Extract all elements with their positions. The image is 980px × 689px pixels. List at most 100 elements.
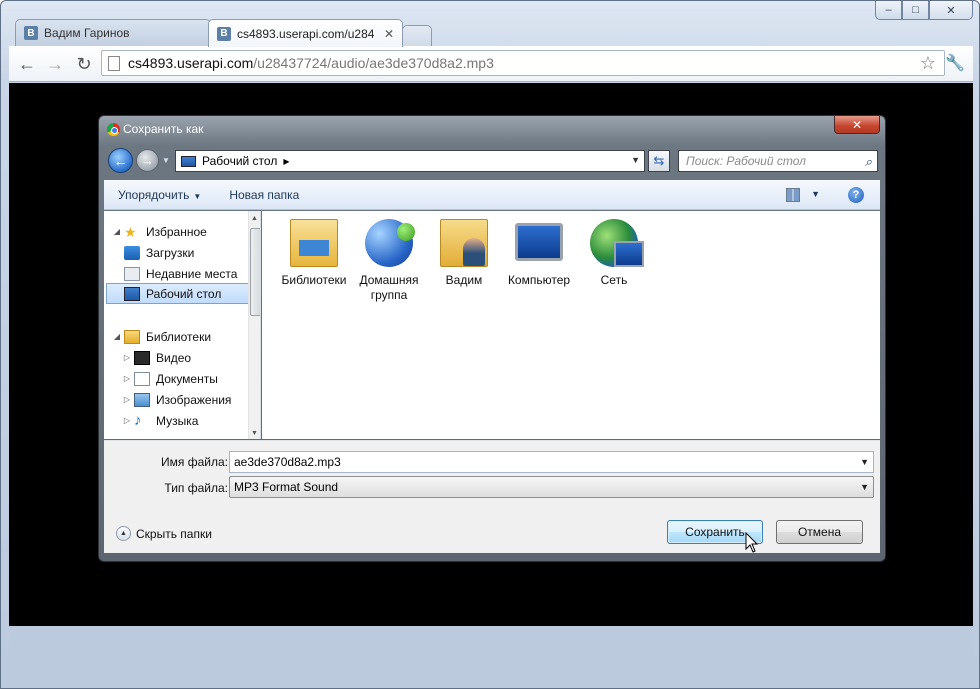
filetype-select[interactable]: MP3 Format Sound ▼ bbox=[229, 476, 874, 498]
search-input[interactable]: Поиск: Рабочий стол ⌕ bbox=[678, 150, 878, 172]
dialog-close-button[interactable]: ✕ bbox=[834, 116, 880, 134]
downloads-icon bbox=[124, 245, 140, 260]
organize-button[interactable]: Упорядочить ▼ bbox=[104, 188, 215, 202]
hide-folders-toggle[interactable]: ▲ Скрыть папки bbox=[116, 526, 212, 541]
mouse-cursor-icon bbox=[745, 532, 759, 553]
reload-icon[interactable]: ↻ bbox=[72, 52, 96, 76]
path-location[interactable]: Рабочий стол bbox=[202, 154, 277, 168]
chevron-up-icon: ▲ bbox=[116, 526, 131, 541]
bookmark-star-icon[interactable]: ☆ bbox=[920, 53, 936, 74]
dialog-back-icon[interactable]: ← bbox=[108, 148, 133, 173]
chevron-down-icon[interactable]: ▼ bbox=[860, 482, 869, 492]
documents-icon bbox=[134, 371, 150, 386]
history-dropdown-icon[interactable]: ▼ bbox=[162, 156, 170, 165]
address-host: cs4893.userapi.com bbox=[128, 55, 254, 71]
close-button[interactable]: ✕ bbox=[929, 1, 973, 20]
music-icon: ♪ bbox=[134, 411, 142, 429]
libraries-icon bbox=[124, 329, 140, 344]
expand-icon[interactable]: ▷ bbox=[122, 416, 132, 425]
filetype-value: MP3 Format Sound bbox=[234, 480, 339, 494]
save-options-area: Имя файла: ae3de370d8a2.mp3 ▼ Тип файла:… bbox=[104, 440, 880, 553]
tab-vk-profile[interactable]: B Вадим Гаринов bbox=[15, 19, 211, 46]
minimize-button[interactable]: ‒ bbox=[875, 1, 902, 20]
chevron-down-icon[interactable]: ▼ bbox=[860, 457, 869, 467]
nav-desktop[interactable]: Рабочий стол bbox=[106, 283, 250, 304]
address-path: /u28437724/audio/ae3de370d8a2.mp3 bbox=[253, 55, 494, 71]
nav-downloads[interactable]: Загрузки bbox=[124, 242, 260, 263]
filename-field[interactable]: ae3de370d8a2.mp3 ▼ bbox=[229, 451, 874, 473]
path-breadcrumb[interactable]: Рабочий стол ▶ ▼ bbox=[175, 150, 645, 172]
homegroup-icon bbox=[365, 219, 415, 267]
item-label: Библиотеки bbox=[281, 273, 347, 287]
nav-label: Документы bbox=[156, 371, 218, 386]
desktop-icon bbox=[124, 286, 140, 301]
breadcrumb-arrow-icon[interactable]: ▶ bbox=[283, 157, 289, 166]
item-libraries[interactable]: Библиотеки bbox=[279, 219, 349, 288]
item-homegroup[interactable]: Домашняя группа bbox=[354, 219, 424, 303]
page-icon bbox=[108, 55, 120, 71]
command-bar: Упорядочить ▼ Новая папка ▼ ? bbox=[104, 180, 880, 210]
save-as-dialog: Сохранить как ✕ ← → ▼ Рабочий стол ▶ ▼ ⇆… bbox=[98, 115, 886, 562]
forward-icon[interactable]: → bbox=[43, 52, 67, 76]
item-label: Сеть bbox=[600, 273, 628, 287]
recent-places-icon bbox=[124, 266, 140, 281]
filename-value: ae3de370d8a2.mp3 bbox=[234, 455, 341, 469]
scroll-thumb[interactable] bbox=[250, 228, 260, 316]
nav-label: Библиотеки bbox=[146, 329, 212, 344]
nav-label: Недавние места bbox=[146, 266, 238, 281]
file-list: Библиотеки Домашняя группа Вадим Компьют… bbox=[262, 211, 880, 439]
item-network[interactable]: Сеть bbox=[579, 219, 649, 288]
new-tab-button[interactable] bbox=[402, 25, 432, 47]
expand-icon[interactable]: ▷ bbox=[122, 395, 132, 404]
search-icon[interactable]: ⌕ bbox=[865, 154, 872, 170]
nav-documents[interactable]: ▷ Документы bbox=[122, 368, 260, 389]
path-dropdown-icon[interactable]: ▼ bbox=[631, 155, 640, 165]
nav-music[interactable]: ▷ ♪ Музыка bbox=[122, 410, 260, 431]
cancel-button[interactable]: Отмена bbox=[776, 520, 863, 544]
dialog-forward-icon[interactable]: → bbox=[136, 149, 159, 172]
computer-icon bbox=[515, 223, 563, 261]
item-label: Домашняя группа bbox=[359, 273, 419, 302]
libraries-folder-icon bbox=[290, 219, 338, 267]
dialog-title: Сохранить как bbox=[123, 122, 204, 136]
star-icon: ★ bbox=[124, 223, 137, 240]
address-bar[interactable]: cs4893.userapi.com /u28437724/audio/ae3d… bbox=[101, 50, 945, 76]
network-icon bbox=[590, 219, 644, 267]
chevron-down-icon: ▼ bbox=[193, 191, 202, 201]
scroll-up-icon[interactable]: ▲ bbox=[251, 215, 258, 222]
maximize-button[interactable]: □ bbox=[902, 1, 929, 20]
nav-video[interactable]: ▷ Видео bbox=[122, 347, 260, 368]
tab-label: cs4893.userapi.com/u2843 bbox=[237, 26, 374, 41]
user-folder-icon bbox=[440, 219, 488, 267]
filename-label: Имя файла: bbox=[161, 455, 228, 469]
nav-favorites[interactable]: ◢ ★ Избранное bbox=[112, 221, 256, 242]
expand-icon[interactable]: ▷ bbox=[122, 353, 132, 362]
new-folder-button[interactable]: Новая папка bbox=[215, 188, 313, 202]
tab-audio-file[interactable]: B cs4893.userapi.com/u2843 ✕ bbox=[208, 19, 403, 47]
tab-close-icon[interactable]: ✕ bbox=[384, 27, 394, 41]
nav-recent[interactable]: Недавние места bbox=[124, 263, 260, 284]
desktop-icon bbox=[181, 155, 196, 167]
nav-images[interactable]: ▷ Изображения bbox=[122, 389, 260, 410]
scroll-down-icon[interactable]: ▼ bbox=[251, 430, 258, 437]
chrome-icon bbox=[107, 123, 120, 136]
nav-label: Загрузки bbox=[146, 245, 195, 260]
collapse-icon[interactable]: ◢ bbox=[112, 227, 122, 236]
nav-libraries[interactable]: ◢ Библиотеки bbox=[112, 326, 256, 347]
nav-label: Видео bbox=[156, 350, 192, 365]
item-computer[interactable]: Компьютер bbox=[504, 219, 574, 288]
navigation-pane: ◢ ★ Избранное Загрузки Недавние места Ра… bbox=[104, 211, 261, 439]
back-icon[interactable]: ← bbox=[15, 52, 39, 76]
views-icon[interactable] bbox=[786, 188, 800, 202]
nav-scrollbar[interactable]: ▲ ▼ bbox=[248, 211, 260, 439]
refresh-icon[interactable]: ⇆ bbox=[648, 150, 670, 172]
help-icon[interactable]: ? bbox=[848, 187, 864, 203]
views-dropdown-icon[interactable]: ▼ bbox=[811, 189, 820, 199]
expand-icon[interactable]: ▷ bbox=[122, 374, 132, 383]
browser-toolbar: ← → ↻ cs4893.userapi.com /u28437724/audi… bbox=[9, 46, 973, 82]
collapse-icon[interactable]: ◢ bbox=[112, 332, 122, 341]
item-label: Компьютер bbox=[507, 273, 571, 287]
item-user[interactable]: Вадим bbox=[429, 219, 499, 288]
vk-icon: B bbox=[24, 26, 38, 40]
wrench-icon[interactable]: 🔧 bbox=[945, 53, 965, 73]
